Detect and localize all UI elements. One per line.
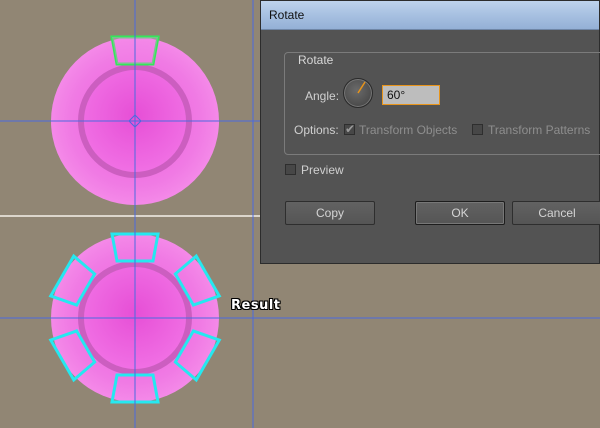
copy-button[interactable]: Copy bbox=[285, 201, 375, 225]
checkmark-icon: ✔ bbox=[345, 122, 356, 136]
transform-objects-label: Transform Objects bbox=[359, 123, 458, 137]
cancel-button[interactable]: Cancel bbox=[512, 201, 600, 225]
rotate-dialog: Rotate Rotate Angle: Options: ✔ Transfor… bbox=[260, 0, 600, 264]
angle-dial-icon[interactable] bbox=[343, 78, 373, 108]
angle-label: Angle: bbox=[305, 89, 340, 103]
preview-label: Preview bbox=[301, 163, 344, 177]
dialog-title: Rotate bbox=[269, 8, 305, 22]
angle-input[interactable] bbox=[382, 85, 440, 105]
dialog-titlebar[interactable]: Rotate bbox=[261, 1, 599, 30]
transform-objects-checkbox[interactable]: ✔ bbox=[344, 122, 356, 136]
ok-button[interactable]: OK bbox=[415, 201, 505, 225]
preview-checkbox[interactable] bbox=[285, 164, 296, 175]
result-label: Result bbox=[231, 298, 281, 313]
rotate-group-box bbox=[284, 52, 600, 155]
options-label: Options: bbox=[294, 123, 339, 137]
rotate-group-title: Rotate bbox=[295, 53, 337, 67]
transform-patterns-checkbox[interactable] bbox=[472, 124, 483, 135]
transform-patterns-label: Transform Patterns bbox=[488, 123, 591, 137]
